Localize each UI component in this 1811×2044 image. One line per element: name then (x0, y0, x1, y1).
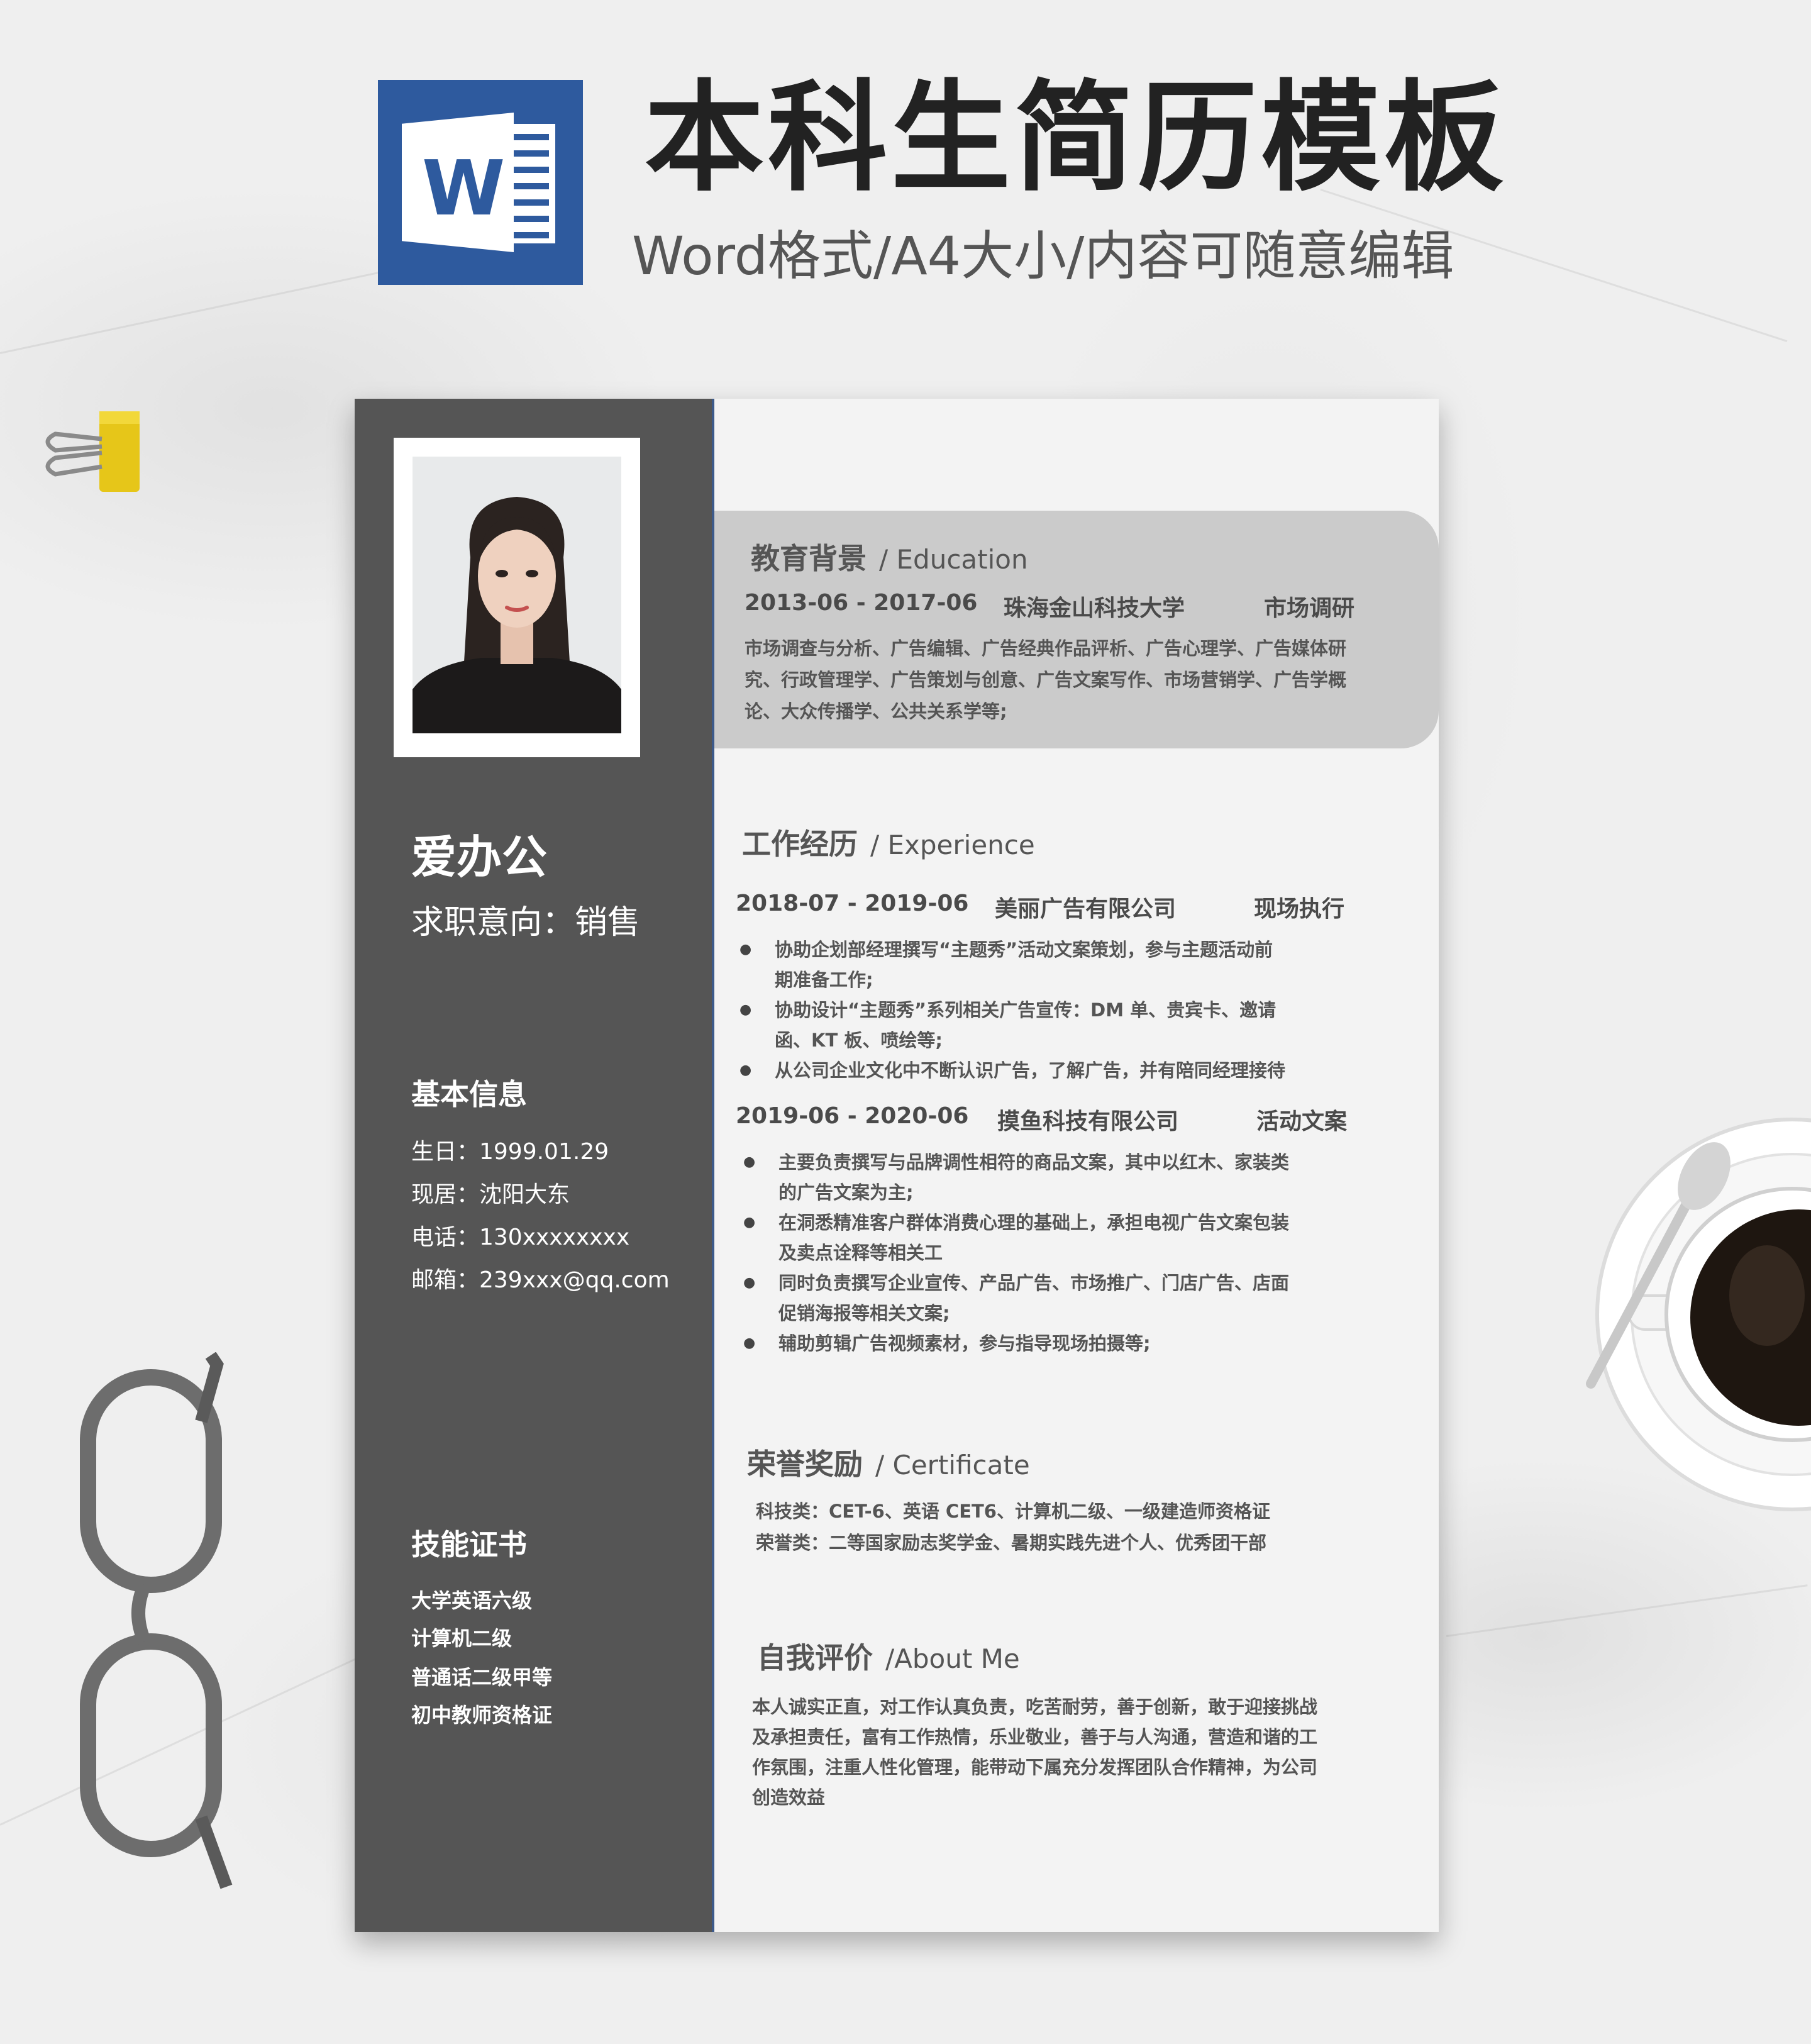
photo-frame (394, 438, 640, 757)
skill-item: 计算机二级 (411, 1626, 512, 1650)
honors-awards: 荣誉类：二等国家励志奖学金、暑期实践先进个人、优秀团干部 (756, 1532, 1267, 1553)
list-item: 同时负责撰写企业宣传、产品广告、市场推广、门店广告、店面促销海报等相关文案; (739, 1268, 1292, 1328)
list-item: 协助企划部经理撰写“主题秀”活动文案策划，参与主题活动前期准备工作; (736, 935, 1289, 995)
honors-tech: 科技类：CET-6、英语 CET6、计算机二级、一级建造师资格证 (756, 1501, 1270, 1522)
self-evaluation: 本人诚实正直，对工作认真负责，吃苦耐劳，善于创新，敢于迎接挑战及承担责任，富有工… (752, 1696, 1318, 1808)
list-item: 协助设计“主题秀”系列相关广告宣传：DM 单、贵宾卡、邀请函、KT 板、喷绘等; (736, 995, 1289, 1055)
page-subtitle: Word格式/A4大小/内容可随意编辑 (632, 225, 1454, 287)
skill-item: 大学英语六级 (411, 1589, 533, 1613)
job-role: 现场执行 (1254, 896, 1345, 922)
about-title-en: /About Me (885, 1643, 1020, 1674)
resume-page: 爱办公 求职意向：销售 基本信息 生日：1999.01.29 现居：沈阳大东 电… (355, 399, 1439, 1932)
job-company: 美丽广告有限公司 (995, 896, 1177, 922)
about-title-cn: 自我评价 (757, 1641, 873, 1675)
birth-date: 生日：1999.01.29 (411, 1139, 609, 1165)
portrait-illustration (413, 457, 621, 733)
honors-title-en: / Certificate (875, 1450, 1030, 1480)
profile-photo (413, 457, 621, 733)
list-item: 从公司企业文化中不断认识广告，了解广告，并有陪同经理接待 (736, 1055, 1289, 1086)
list-item: 主要负责撰写与品牌调性相符的商品文案，其中以红木、家装类的广告文案为主; (739, 1147, 1292, 1208)
basic-info-heading: 基本信息 (411, 1077, 527, 1111)
email-address: 邮箱：239xxx@qq.com (411, 1267, 670, 1293)
resume-sidebar: 爱办公 求职意向：销售 基本信息 生日：1999.01.29 现居：沈阳大东 电… (355, 399, 714, 1932)
job-company: 摸鱼科技有限公司 (997, 1109, 1179, 1135)
about-heading: 自我评价/About Me (757, 1635, 1020, 1677)
coffee-cup-icon (1586, 1118, 1811, 1511)
education-period: 2013-06 - 2017-06 (745, 590, 978, 616)
education-title-cn: 教育背景 (751, 542, 867, 575)
experience-title-en: / Experience (870, 830, 1035, 860)
skills-heading: 技能证书 (411, 1528, 527, 1562)
skill-item: 初中教师资格证 (411, 1703, 553, 1727)
job-period: 2018-07 - 2019-06 (736, 891, 969, 916)
skill-item: 普通话二级甲等 (411, 1665, 553, 1689)
eyeglasses-icon (80, 1352, 233, 1889)
education-major: 市场调研 (1264, 596, 1355, 621)
honors-title-cn: 荣誉奖励 (747, 1447, 863, 1481)
logo-letter: W (422, 145, 506, 233)
word-cover-icon: W (402, 113, 514, 252)
education-school: 珠海金山科技大学 (1004, 596, 1185, 621)
experience-title-cn: 工作经历 (742, 827, 858, 861)
candidate-name: 爱办公 (411, 831, 548, 884)
job-period: 2019-06 - 2020-06 (736, 1103, 969, 1129)
list-item: 在洞悉精准客户群体消费心理的基础上，承担电视广告文案包装及卖点诠释等相关工 (739, 1208, 1292, 1268)
job-role: 活动文案 (1256, 1109, 1348, 1135)
education-heading: 教育背景 / Education (751, 536, 1028, 577)
list-item: 辅助剪辑广告视频素材，参与指导现场拍摄等; (739, 1328, 1292, 1358)
experience-heading: 工作经历 / Experience (742, 821, 1035, 863)
marble-texture (1446, 1584, 1808, 1637)
job-duties-list: 协助企划部经理撰写“主题秀”活动文案策划，参与主题活动前期准备工作; 协助设计“… (736, 935, 1289, 1086)
current-location: 现居：沈阳大东 (411, 1182, 570, 1208)
education-courses: 市场调查与分析、广告编辑、广告经典作品评析、广告心理学、广告媒体研究、行政管理学… (745, 638, 1347, 722)
page-title: 本科生简历模板 (645, 69, 1508, 208)
honors-heading: 荣誉奖励 / Certificate (747, 1441, 1030, 1483)
binder-clip-icon (45, 411, 140, 492)
phone-number: 电话：130xxxxxxxx (411, 1225, 630, 1250)
education-title-en: / Education (879, 544, 1028, 575)
job-duties-list: 主要负责撰写与品牌调性相符的商品文案，其中以红木、家装类的广告文案为主; 在洞悉… (739, 1147, 1292, 1358)
job-intent: 求职意向：销售 (411, 904, 641, 941)
word-logo-icon: W (378, 80, 583, 285)
